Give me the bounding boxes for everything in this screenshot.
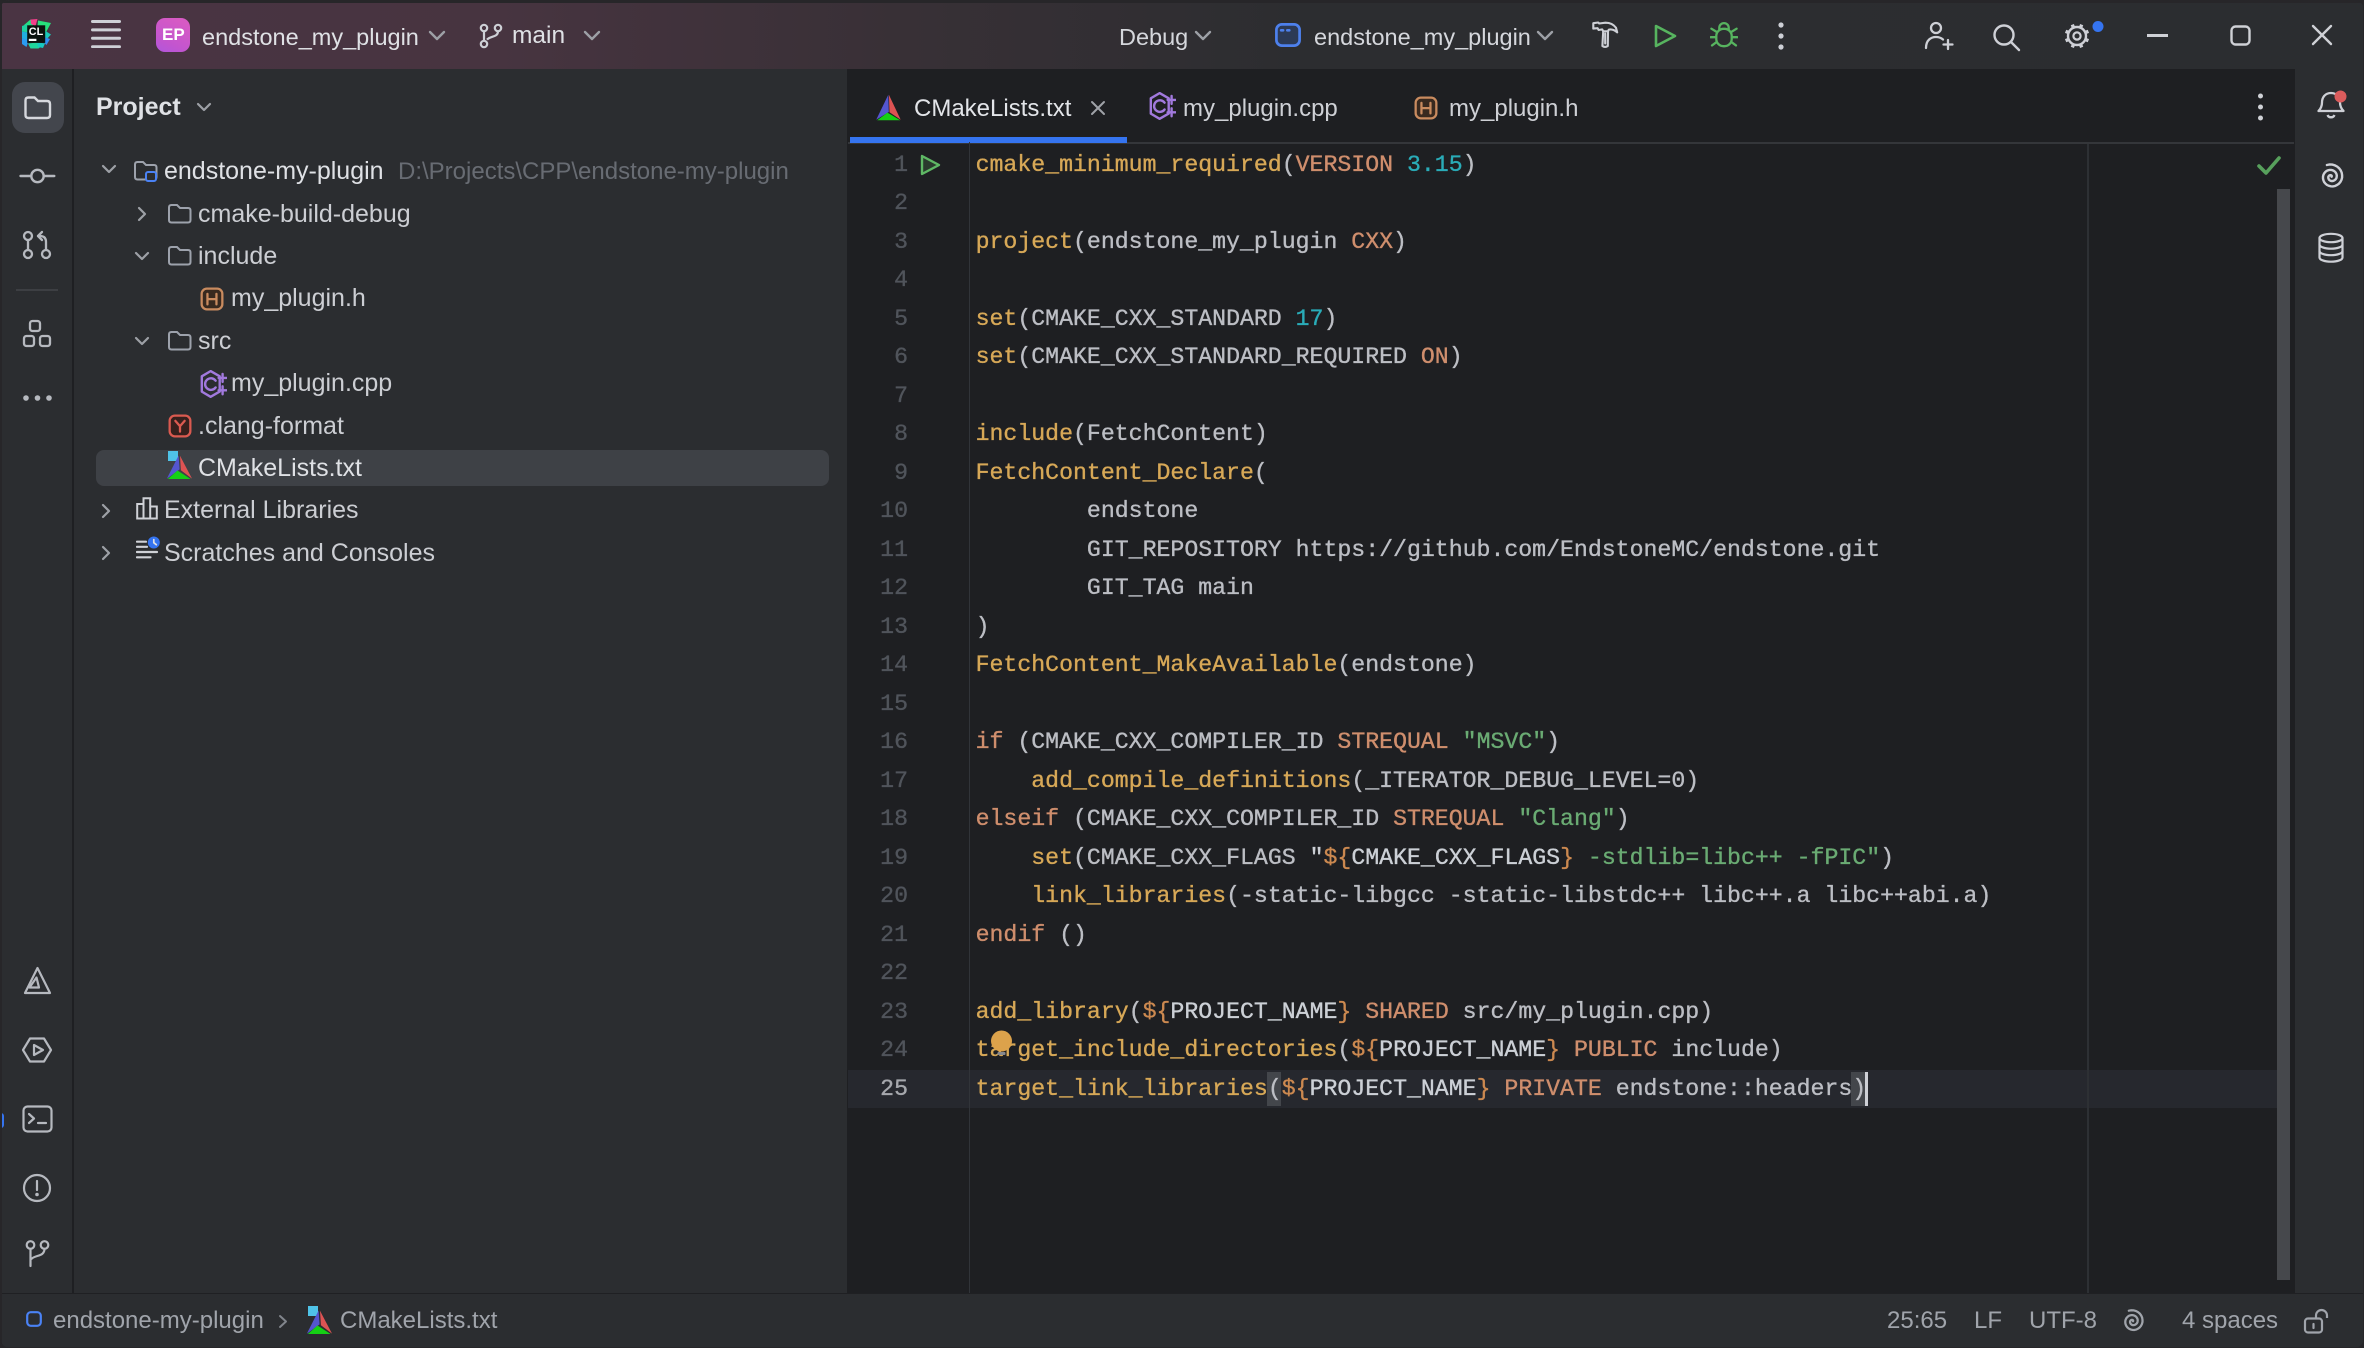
- svg-text:CL: CL: [29, 26, 44, 38]
